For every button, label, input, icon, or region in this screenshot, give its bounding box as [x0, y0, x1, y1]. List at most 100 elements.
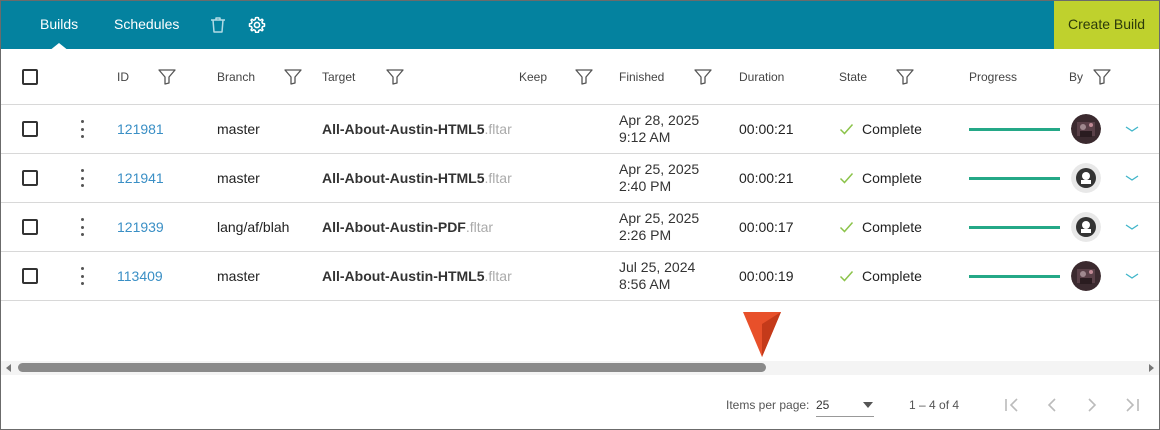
build-id-link[interactable]: 121981	[117, 121, 164, 137]
row-menu-icon[interactable]	[79, 218, 85, 236]
state-text: Complete	[862, 170, 922, 186]
branch-text: lang/af/blah	[217, 219, 290, 235]
last-page-icon	[1126, 398, 1139, 412]
row-checkbox[interactable]	[22, 219, 38, 235]
finished-date: Apr 25, 2025	[619, 210, 700, 226]
column-header-id[interactable]: ID	[117, 70, 129, 84]
chevron-left-icon	[1047, 398, 1056, 412]
scroll-right-arrow-icon[interactable]	[1146, 363, 1156, 373]
filter-target-icon[interactable]	[386, 50, 404, 104]
first-page-button[interactable]	[1000, 393, 1024, 417]
finished-time: 2:26 PM	[619, 227, 672, 243]
table-row[interactable]: 113409 master All-About-Austin-HTML5 .flt…	[1, 252, 1159, 301]
trash-icon[interactable]	[208, 15, 228, 35]
table-row[interactable]: 121939 lang/af/blah All-About-Austin-PDF…	[1, 203, 1159, 252]
target-extension: .fltar	[465, 219, 494, 235]
duration-text: 00:00:21	[739, 170, 794, 186]
user-avatar[interactable]	[1071, 212, 1101, 242]
progress-bar	[969, 127, 1060, 131]
top-bar: Builds Schedules Create Build	[1, 1, 1159, 51]
finished-time: 8:56 AM	[619, 276, 671, 292]
build-id-link[interactable]: 121941	[117, 170, 164, 186]
column-header-keep[interactable]: Keep	[519, 70, 547, 84]
check-icon	[839, 271, 854, 282]
check-icon	[839, 222, 854, 233]
target-name: All-About-Austin-HTML5	[322, 170, 485, 186]
page-range-label: 1 – 4 of 4	[909, 398, 960, 412]
filter-finished-icon[interactable]	[694, 50, 712, 104]
finished-date: Apr 28, 2025	[619, 112, 700, 128]
user-avatar[interactable]	[1071, 261, 1101, 291]
chevron-down-icon[interactable]	[1124, 222, 1140, 232]
previous-page-button[interactable]	[1040, 393, 1064, 417]
target-name: All-About-Austin-PDF	[322, 219, 466, 235]
check-icon	[839, 124, 854, 135]
progress-fill	[969, 176, 1060, 180]
branch-text: master	[217, 268, 260, 284]
filter-id-icon[interactable]	[158, 50, 176, 104]
column-header-branch[interactable]: Branch	[217, 70, 255, 84]
column-header-target[interactable]: Target	[322, 70, 355, 84]
table-header-row: ID Branch Target Keep Finished Duration …	[1, 50, 1159, 105]
first-page-icon	[1005, 398, 1018, 412]
build-id-link[interactable]: 121939	[117, 219, 164, 235]
user-avatar[interactable]	[1071, 114, 1101, 144]
last-page-button[interactable]	[1120, 393, 1144, 417]
column-header-state[interactable]: State	[839, 70, 867, 84]
target-extension: .fltar	[484, 121, 512, 137]
row-menu-icon[interactable]	[79, 169, 85, 187]
horizontal-scrollbar[interactable]	[1, 361, 1159, 375]
state-text: Complete	[862, 219, 922, 235]
scroll-left-arrow-icon[interactable]	[4, 363, 14, 373]
items-per-page-select[interactable]: 25	[816, 393, 874, 417]
pointer-arrow-icon	[743, 312, 781, 357]
finished-date: Jul 25, 2024	[619, 259, 696, 275]
row-menu-icon[interactable]	[79, 267, 85, 285]
branch-text: master	[217, 121, 260, 137]
progress-fill	[969, 127, 1060, 131]
duration-text: 00:00:17	[739, 219, 794, 235]
row-checkbox[interactable]	[22, 268, 38, 284]
select-all-cell	[22, 50, 38, 104]
create-build-button[interactable]: Create Build	[1054, 1, 1159, 49]
user-avatar[interactable]	[1071, 163, 1101, 193]
filter-branch-icon[interactable]	[284, 50, 302, 104]
row-checkbox[interactable]	[22, 121, 38, 137]
chevron-down-icon[interactable]	[1124, 173, 1140, 183]
check-icon	[839, 173, 854, 184]
column-header-by[interactable]: By	[1069, 70, 1083, 84]
column-header-duration[interactable]: Duration	[739, 70, 784, 84]
table-row[interactable]: 121981 master All-About-Austin-HTML5 .flt…	[1, 105, 1159, 154]
state-text: Complete	[862, 268, 922, 284]
chevron-down-icon[interactable]	[1124, 124, 1140, 134]
column-header-finished[interactable]: Finished	[619, 70, 664, 84]
target-extension: .fltar	[484, 268, 512, 284]
finished-time: 9:12 AM	[619, 129, 671, 145]
gear-icon[interactable]	[247, 15, 267, 35]
build-id-link[interactable]: 113409	[117, 268, 163, 284]
select-all-checkbox[interactable]	[22, 69, 38, 85]
row-checkbox[interactable]	[22, 170, 38, 186]
progress-bar	[969, 274, 1060, 278]
row-menu-icon[interactable]	[79, 120, 85, 138]
branch-text: master	[217, 170, 260, 186]
filter-by-icon[interactable]	[1093, 50, 1111, 104]
tab-schedules[interactable]: Schedules	[114, 1, 179, 49]
duration-text: 00:00:19	[739, 268, 794, 284]
table-row[interactable]: 121941 master All-About-Austin-HTML5 .flt…	[1, 154, 1159, 203]
target-name: All-About-Austin-HTML5	[322, 121, 485, 137]
target-name: All-About-Austin-HTML5	[322, 268, 485, 284]
scrollbar-thumb[interactable]	[18, 363, 766, 372]
chevron-down-icon[interactable]	[1124, 271, 1140, 281]
duration-text: 00:00:21	[739, 121, 794, 137]
tab-builds[interactable]: Builds	[40, 1, 78, 49]
progress-bar	[969, 176, 1060, 180]
dropdown-arrow-icon	[863, 401, 873, 408]
next-page-button[interactable]	[1080, 393, 1104, 417]
progress-fill	[969, 274, 1060, 278]
filter-keep-icon[interactable]	[575, 50, 593, 104]
items-per-page-value: 25	[816, 397, 830, 412]
chevron-right-icon	[1088, 398, 1097, 412]
state-text: Complete	[862, 121, 922, 137]
filter-state-icon[interactable]	[896, 50, 914, 104]
